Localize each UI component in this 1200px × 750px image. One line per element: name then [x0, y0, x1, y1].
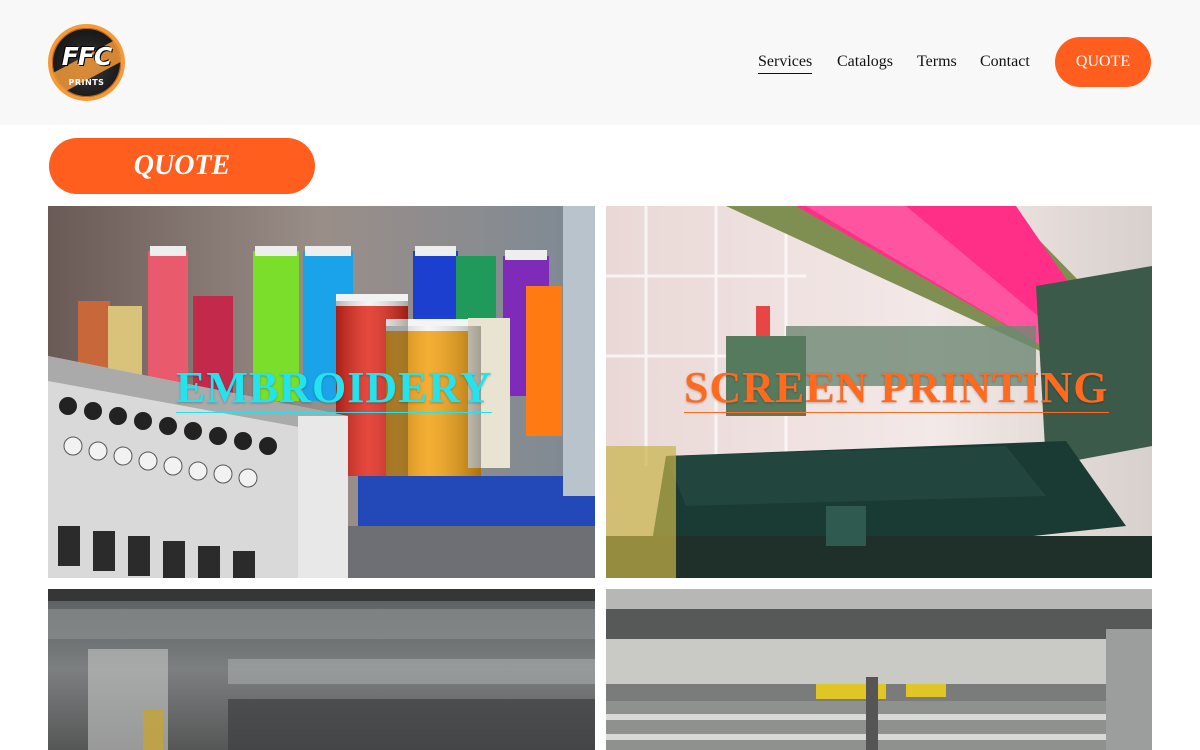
- nav-terms-link[interactable]: Terms: [917, 54, 957, 73]
- service-tile-3[interactable]: [48, 589, 595, 750]
- industrial-press-rollers-photo: [606, 589, 1152, 750]
- header-quote-button[interactable]: QUOTE: [1055, 37, 1151, 87]
- ffc-prints-logo[interactable]: FFC PRINTS: [48, 24, 125, 101]
- nav-services-link[interactable]: Services: [758, 54, 813, 74]
- service-tile-screen-printing[interactable]: SCREEN PRINTING: [606, 206, 1152, 578]
- main-quote-button[interactable]: QUOTE: [49, 138, 315, 194]
- embroidery-title[interactable]: EMBROIDERY: [176, 366, 493, 413]
- screen-printing-title[interactable]: SCREEN PRINTING: [684, 366, 1109, 413]
- service-tile-embroidery[interactable]: EMBROIDERY: [48, 206, 595, 578]
- logo-brand-text: FFC: [61, 42, 113, 71]
- nav-contact-link[interactable]: Contact: [980, 54, 1030, 73]
- logo-sub-text: PRINTS: [68, 78, 105, 87]
- blurred-machine-photo: [48, 589, 595, 750]
- nav-catalogs-link[interactable]: Catalogs: [837, 54, 893, 73]
- service-tile-4[interactable]: [606, 589, 1152, 750]
- site-header: FFC PRINTS Services Catalogs Terms Conta…: [0, 0, 1200, 125]
